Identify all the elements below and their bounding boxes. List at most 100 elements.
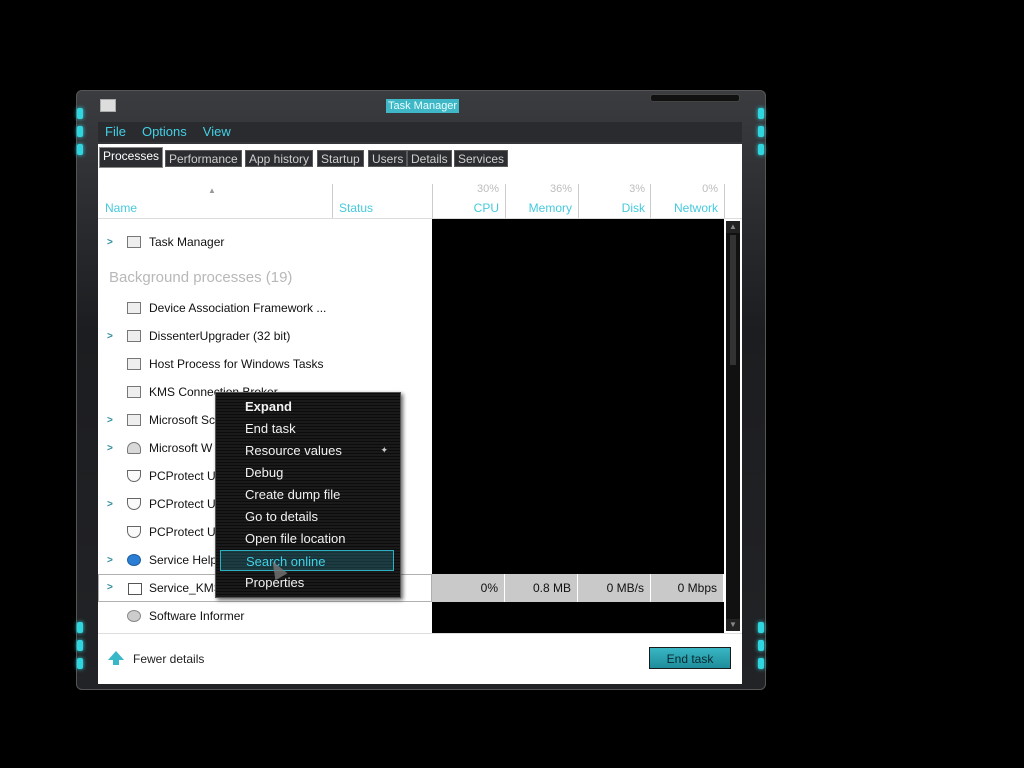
scroll-thumb[interactable] [730,235,736,365]
task-manager-app-icon[interactable] [100,99,116,112]
expand-chevron-icon[interactable]: > [107,415,113,426]
fewer-details-arrow-stem [113,659,119,665]
menu-view[interactable]: View [203,122,231,142]
memory-percent: 36% [549,183,572,195]
process-name: Host Process for Windows Tasks [149,357,324,371]
column-divider [432,184,433,219]
frame-glow-accent [77,640,83,651]
column-divider [650,184,651,219]
cpu-percent: 30% [476,183,499,195]
context-resource-values[interactable]: Resource values ✦ [220,440,394,461]
process-name: Task Manager [149,235,225,249]
network-percent: 0% [702,183,718,195]
process-name: PCProtect U [149,525,216,539]
submenu-arrow-icon: ✦ [380,445,388,455]
process-row[interactable]: > Task Manager [98,228,432,256]
process-row[interactable]: > DissenterUpgrader (32 bit) [98,322,432,350]
frame-glow-accent [77,658,83,669]
frame-glow-accent [758,622,764,633]
tab-services[interactable]: Services [454,150,509,167]
process-list: ▲ Name Status 30% CPU 36% Memory 3% Disk… [98,169,742,633]
window-icon [127,358,141,370]
shield-icon [127,470,141,482]
frame-glow-accent [77,108,83,119]
process-name: DissenterUpgrader (32 bit) [149,329,291,343]
context-item-label: Resource values [245,443,342,458]
frame-glow-accent [758,108,764,119]
column-status[interactable]: Status [339,201,373,215]
scroll-down-icon[interactable]: ▼ [726,619,740,631]
shield-icon [127,526,141,538]
context-properties[interactable]: Properties [220,572,394,593]
process-name: Microsoft W [149,441,213,455]
column-divider [724,184,725,219]
context-create-dump-file[interactable]: Create dump file [220,484,394,505]
frame-glow-accent [77,144,83,155]
process-row[interactable]: Software Informer [98,602,432,630]
process-row[interactable]: Host Process for Windows Tasks [98,350,432,378]
frame-glow-accent [77,622,83,633]
vertical-scrollbar[interactable]: ▲ ▼ [726,221,740,631]
scroll-up-icon[interactable]: ▲ [726,221,740,233]
resource-columns-area [432,219,724,633]
frame-glow-accent [758,144,764,155]
memory-value: 0.8 MB [505,574,578,602]
expand-chevron-icon[interactable]: > [107,499,113,510]
network-value: 0 Mbps [651,574,724,602]
frame-glow-accent [758,126,764,137]
process-name: Service Help [149,553,218,567]
end-task-button[interactable]: End task [649,647,731,669]
column-cpu[interactable]: CPU [438,201,499,215]
menu-options[interactable]: Options [142,122,187,142]
tab-performance[interactable]: Performance [165,150,242,167]
column-name[interactable]: Name [105,201,137,215]
menu-file[interactable]: File [105,122,126,142]
frame-glow-accent [758,640,764,651]
task-manager-icon [127,236,141,248]
process-row[interactable]: Device Association Framework ... [98,294,432,322]
column-memory[interactable]: Memory [510,201,572,215]
window-icon [127,414,141,426]
process-name: Software Informer [149,609,245,623]
fewer-details-link[interactable]: Fewer details [133,652,204,666]
expand-chevron-icon[interactable]: > [107,582,113,593]
tab-bar: Processes Performance App history Startu… [98,144,742,169]
expand-chevron-icon[interactable]: > [107,331,113,342]
sort-ascending-icon: ▲ [208,186,216,195]
column-divider [505,184,506,219]
context-menu: Expand End task Resource values ✦ Debug … [215,392,401,598]
process-name: Service_KMS [149,581,222,595]
cpu-value: 0% [432,574,505,602]
tab-details[interactable]: Details [407,150,452,167]
window-icon [127,386,141,398]
circle-icon [127,610,141,622]
expand-chevron-icon[interactable]: > [107,237,113,248]
footer-bar: Fewer details End task [98,633,742,684]
process-name: Device Association Framework ... [149,301,327,315]
frame-glow-accent [758,658,764,669]
column-divider [332,184,333,219]
context-debug[interactable]: Debug [220,462,394,483]
shield-icon [127,498,141,510]
tab-processes[interactable]: Processes [99,147,164,168]
disk-percent: 3% [629,183,645,195]
window-icon [127,330,141,342]
context-expand[interactable]: Expand [220,396,394,417]
background-processes-heading: Background processes (19) [109,269,293,286]
context-go-to-details[interactable]: Go to details [220,506,394,527]
process-name: Microsoft Sc [149,413,216,427]
context-open-file-location[interactable]: Open file location [220,528,394,549]
tab-users[interactable]: Users [368,150,408,167]
tab-app-history[interactable]: App history [245,150,314,167]
selected-process-row[interactable]: > Service_KMS 0% 0.8 MB 0 MB/s 0 Mbps [98,574,742,602]
context-end-task[interactable]: End task [220,418,394,439]
expand-chevron-icon[interactable]: > [107,443,113,454]
disk-value: 0 MB/s [578,574,651,602]
context-search-online[interactable]: Search online [220,550,394,571]
column-network[interactable]: Network [654,201,718,215]
blue-gear-icon [127,554,141,566]
column-disk[interactable]: Disk [584,201,645,215]
title-bar-decoration [650,94,740,102]
expand-chevron-icon[interactable]: > [107,555,113,566]
tab-startup[interactable]: Startup [317,150,364,167]
